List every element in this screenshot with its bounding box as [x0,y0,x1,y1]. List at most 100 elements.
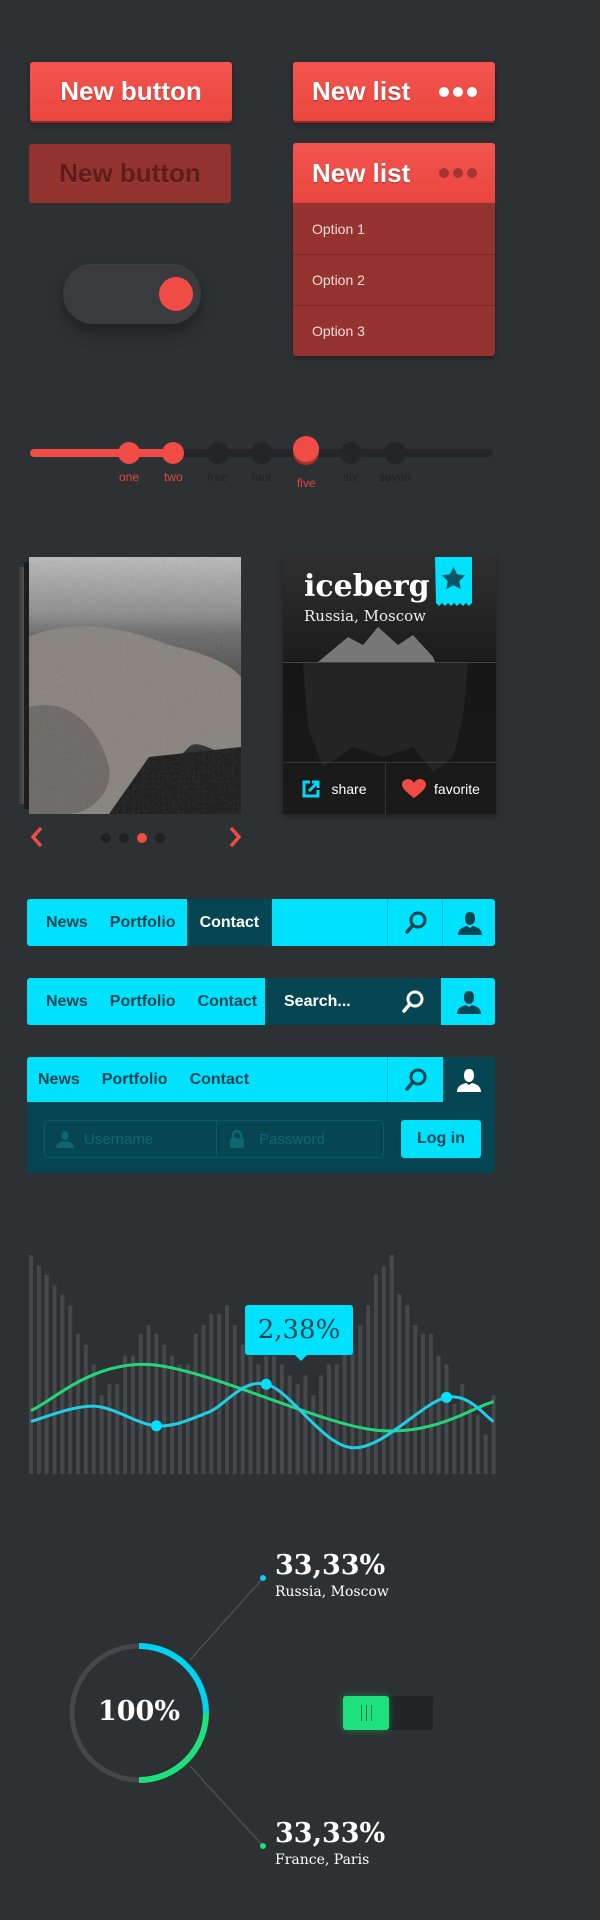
user-button-active[interactable] [443,1057,495,1102]
chart-bar [60,1294,65,1474]
chart-bar [366,1305,371,1474]
bookmark-badge[interactable] [435,557,472,607]
stepper-node-six[interactable] [339,442,362,464]
stepper-node-free[interactable] [206,442,229,464]
password-input[interactable]: Password [259,1131,325,1148]
navbar-1: News Portfolio Contact [27,899,495,946]
chart-bar [44,1274,49,1474]
search-icon[interactable] [401,990,425,1014]
chart-bar [272,1355,277,1474]
legend-dot [260,1843,266,1849]
nav-item-portfolio[interactable]: Portfolio [91,1057,179,1102]
chart-bar [29,1255,33,1474]
pager-dot[interactable] [101,833,111,843]
chart-point[interactable] [150,1420,162,1432]
chart-bar [483,1434,488,1474]
nav-item-news[interactable]: News [27,899,99,946]
tooltip-pointer [295,1355,307,1361]
gallery-photo[interactable] [29,557,241,814]
chart-bar [154,1333,159,1474]
nav-item-news[interactable]: News [27,1057,91,1102]
nav-item-contact[interactable]: Contact [179,1057,261,1102]
chart-bar [319,1375,324,1474]
chart-bar [405,1305,410,1474]
legend-connector [189,1577,264,1661]
chart-bar [209,1314,214,1474]
user-button[interactable] [442,899,495,946]
user-icon [56,1131,74,1148]
chart-bar [452,1403,457,1474]
green-switch[interactable] [343,1696,433,1730]
chart-bar [193,1333,198,1474]
dropdown-option[interactable]: Option 1 [293,203,495,254]
new-button-disabled: New button [29,144,231,203]
chart-bar [170,1355,175,1474]
pager-dot[interactable] [155,833,165,843]
legend-value: 33,33% [275,1550,386,1581]
chart-bar [201,1325,206,1474]
chevron-right-icon[interactable] [228,826,242,853]
legend-label: France, Paris [275,1852,370,1868]
card-subtitle: Russia, Moscow [304,607,426,625]
stepper-node-two[interactable] [162,442,185,464]
chart-bar [256,1364,261,1474]
iceberg-card: iceberg Russia, Moscow share favorite [283,557,496,814]
chart-point[interactable] [260,1378,272,1390]
stepper-node-four[interactable] [250,442,273,464]
chart-bar [381,1265,386,1474]
chart-point[interactable] [441,1391,453,1403]
search-field[interactable]: Search... [265,978,441,1025]
nav-item-portfolio[interactable]: Portfolio [99,899,187,946]
password-field[interactable]: Password [216,1120,384,1158]
favorite-button[interactable]: favorite [386,763,496,814]
chart-bar [232,1325,237,1474]
nav-item-contact[interactable]: Contact [187,978,269,1025]
username-field[interactable]: Username [44,1120,217,1158]
pager-dot[interactable] [119,833,129,843]
nav-item-news[interactable]: News [27,978,99,1025]
username-input[interactable]: Username [84,1131,153,1148]
search-button[interactable] [387,899,443,946]
lock-icon [230,1130,244,1148]
user-button[interactable] [442,978,495,1025]
stepper-node-one[interactable] [118,442,140,464]
chart-bar [68,1305,73,1474]
chart-bar [217,1314,222,1474]
chart-tooltip: 2,38% [245,1305,353,1361]
dropdown-options: Option 1 Option 2 Option 3 [293,203,495,356]
toggle-knob [159,277,193,311]
login-button[interactable]: Log in [401,1120,481,1158]
chart-bar [295,1384,300,1474]
stepper-node-seven[interactable] [383,442,406,464]
navbar-2: News Portfolio Contact Search... [27,978,495,1025]
chart-bar [115,1384,120,1474]
search-icon [404,911,426,934]
chart-bar [248,1355,253,1474]
chart-bar [373,1274,378,1474]
chart-bar [358,1325,363,1474]
legend-label: Russia, Moscow [275,1584,389,1600]
dropdown-option[interactable]: Option 3 [293,305,495,356]
dropdown-option[interactable]: Option 2 [293,254,495,305]
chevron-left-icon[interactable] [30,826,44,853]
share-button[interactable]: share [283,763,386,814]
nav-item-contact[interactable]: Contact [186,899,273,946]
chart-bar [436,1355,441,1474]
chart-bar [342,1344,347,1474]
stepper-node-five[interactable] [293,436,320,462]
search-input[interactable]: Search... [284,993,351,1011]
chart-bar [146,1325,151,1474]
pager-dot[interactable] [137,833,147,843]
chart-bar [225,1305,229,1474]
new-button[interactable]: New button [30,62,232,121]
new-list-dropdown-open[interactable]: New list [293,143,495,203]
search-button[interactable] [387,1057,444,1102]
toggle-switch[interactable] [63,264,201,324]
switch-handle[interactable] [343,1696,389,1730]
chart-bar [334,1364,339,1474]
share-icon [302,780,320,798]
chart-bar [397,1294,402,1474]
nav-item-portfolio[interactable]: Portfolio [99,978,187,1025]
new-list-dropdown[interactable]: New list [293,62,495,121]
user-icon [457,1068,481,1092]
